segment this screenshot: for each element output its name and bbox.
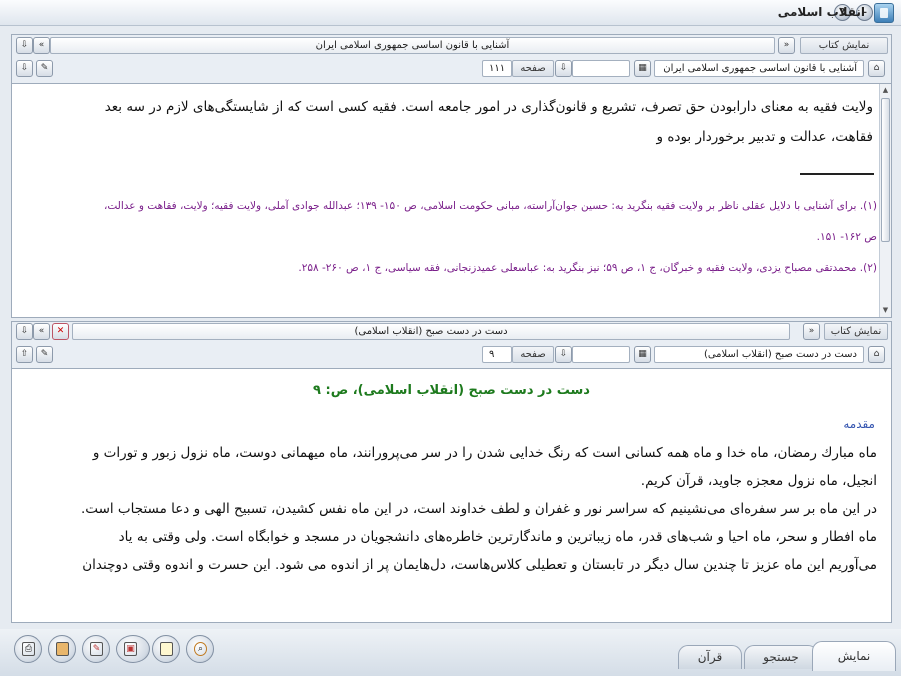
window-title: انقلاب اسلامی [777, 5, 865, 19]
scroll-down-icon[interactable]: ▼ [880, 305, 891, 316]
tab-quran[interactable]: قرآن [678, 645, 742, 669]
expand-icon[interactable]: » [778, 37, 795, 54]
section-title: مقدمه [843, 417, 875, 431]
tab-search[interactable]: جستجو [744, 645, 818, 669]
bottom-page-input[interactable]: ۹ [482, 346, 512, 363]
text-line: ولایت فقیه به معنای دارابودن حق تصرف، تش… [104, 99, 873, 115]
export-icon: ▣ [124, 642, 137, 656]
page-up-icon[interactable]: ⇧ [16, 346, 33, 363]
bottom-section-field[interactable] [572, 346, 630, 363]
text-line: فقاهت، عدالت و تدبیر برخوردار بوده و [656, 129, 873, 145]
tools-icon[interactable]: ✎ [36, 346, 53, 363]
expand-icon[interactable]: » [803, 323, 820, 340]
close-panel-icon[interactable]: ✕ [52, 323, 69, 340]
page-down-icon[interactable]: ⇩ [16, 60, 33, 77]
scroll-thumb[interactable] [881, 98, 890, 242]
text-line: انجیل، ماه نزول معجزه جاوید، قرآن كریم. [640, 473, 877, 489]
tools-icon[interactable]: ✎ [36, 60, 53, 77]
bottom-page-label: صفحه [512, 346, 554, 363]
arrow-down-icon[interactable]: ⇩ [16, 323, 33, 340]
book-combo-title: دست در دست صبح (انقلاب اسلامی) [703, 349, 857, 360]
text-line: می‌آوریم این ماه عزیز تا چندین سال دیگر … [82, 557, 877, 573]
bottom-book-header: ⇩ « ✕ دست در دست صبح (انقلاب اسلامی) » ن… [12, 323, 891, 344]
dropdown-arrow-icon[interactable]: ⇩ [555, 346, 572, 363]
export-button[interactable]: ▣ [116, 635, 150, 663]
title-bar: ✕ – ? انقلاب اسلامی [0, 0, 901, 26]
collapse-icon[interactable]: « [33, 37, 50, 54]
search-icon: ⌕ [194, 642, 207, 656]
text-line: ماه مبارك رمضان، ماه خدا و ماه همه كسانی… [92, 445, 877, 461]
printer-icon: ⎙ [22, 642, 35, 656]
bottom-text-area: دست در دست صبح (انقلاب اسلامی)، ص: ۹ مقد… [12, 368, 891, 622]
top-page-label: صفحه [512, 60, 554, 77]
top-section-field[interactable] [572, 60, 630, 77]
library-button[interactable] [48, 635, 76, 663]
top-text-area: ولایت فقیه به معنای دارابودن حق تصرف، تش… [12, 83, 891, 317]
document-button[interactable] [152, 635, 180, 663]
top-scrollbar[interactable]: ▲ ▼ [879, 84, 891, 317]
grid-icon[interactable]: ▦ [634, 60, 651, 77]
bottom-nav-row: ⇧ ✎ ۹ صفحه ⇩ ▦ دست در دست صبح (انقلاب اس… [12, 346, 891, 367]
pencil-icon: ✎ [90, 642, 103, 656]
collapse-icon[interactable]: « [33, 323, 50, 340]
footnote-line: (۱). برای آشنایی با دلایل عقلی ناظر بر و… [103, 200, 877, 212]
top-book-title-field[interactable]: آشنایی با قانون اساسی جمهوری اسلامی ایرا… [50, 37, 775, 54]
top-page-input[interactable]: ۱۱۱ [482, 60, 512, 77]
bottom-book-panel: ⇩ « ✕ دست در دست صبح (انقلاب اسلامی) » ن… [11, 321, 892, 623]
dropdown-arrow-icon[interactable]: ⇩ [555, 60, 572, 77]
tag-icon[interactable]: ⌂ [868, 346, 885, 363]
scroll-up-icon[interactable]: ▲ [880, 85, 891, 96]
bottom-book-combo[interactable]: دست در دست صبح (انقلاب اسلامی) [654, 346, 864, 363]
top-body-text: ولایت فقیه به معنای دارابودن حق تصرف، تش… [23, 92, 873, 152]
top-book-panel: ⇩ « آشنایی با قانون اساسی جمهوری اسلامی … [11, 34, 892, 318]
top-footnotes: (۱). برای آشنایی با دلایل عقلی ناظر بر و… [22, 191, 877, 284]
print-button[interactable]: ⎙ [14, 635, 42, 663]
search-button[interactable]: ⌕ [186, 635, 214, 663]
books-icon [56, 642, 69, 656]
bottom-show-book-button[interactable]: نمایش کتاب [824, 323, 888, 340]
arrow-down-icon[interactable]: ⇩ [16, 37, 33, 54]
text-line: ماه افطار و سحر، ماه احیا و شب‌های قدر، … [118, 529, 877, 545]
top-show-book-button[interactable]: نمایش کتاب [800, 37, 888, 54]
top-book-combo[interactable]: آشنایی با قانون اساسی جمهوری اسلامی ایرا… [654, 60, 864, 77]
page-heading: دست در دست صبح (انقلاب اسلامی)، ص: ۹ [313, 383, 590, 398]
bottom-body-text: ماه مبارك رمضان، ماه خدا و ماه همه كسانی… [17, 439, 877, 579]
grid-icon[interactable]: ▦ [634, 346, 651, 363]
footnote-line: ص ۱۶۲- ۱۵۱. [816, 231, 877, 243]
note-button[interactable]: ✎ [82, 635, 110, 663]
app-book-icon [874, 3, 894, 23]
bottom-book-title-field[interactable]: دست در دست صبح (انقلاب اسلامی) [72, 323, 790, 340]
document-icon [160, 642, 173, 656]
footnote-divider [800, 173, 874, 175]
bottom-toolbar: ⎙ ✎ ▣ ⌕ قرآن جستجو نمایش [0, 629, 901, 676]
tab-show[interactable]: نمایش [812, 641, 896, 671]
top-book-header: ⇩ « آشنایی با قانون اساسی جمهوری اسلامی … [12, 37, 891, 58]
text-line: در این ماه بر سر سفره‌ای می‌نشینیم كه سر… [81, 501, 877, 517]
tag-icon[interactable]: ⌂ [868, 60, 885, 77]
top-nav-row: ⇩ ✎ ۱۱۱ صفحه ⇩ ▦ آشنایی با قانون اساسی ج… [12, 60, 891, 81]
footnote-line: (۲). محمدتقی مصباح یزدی، ولایت فقیه و خب… [298, 262, 877, 274]
